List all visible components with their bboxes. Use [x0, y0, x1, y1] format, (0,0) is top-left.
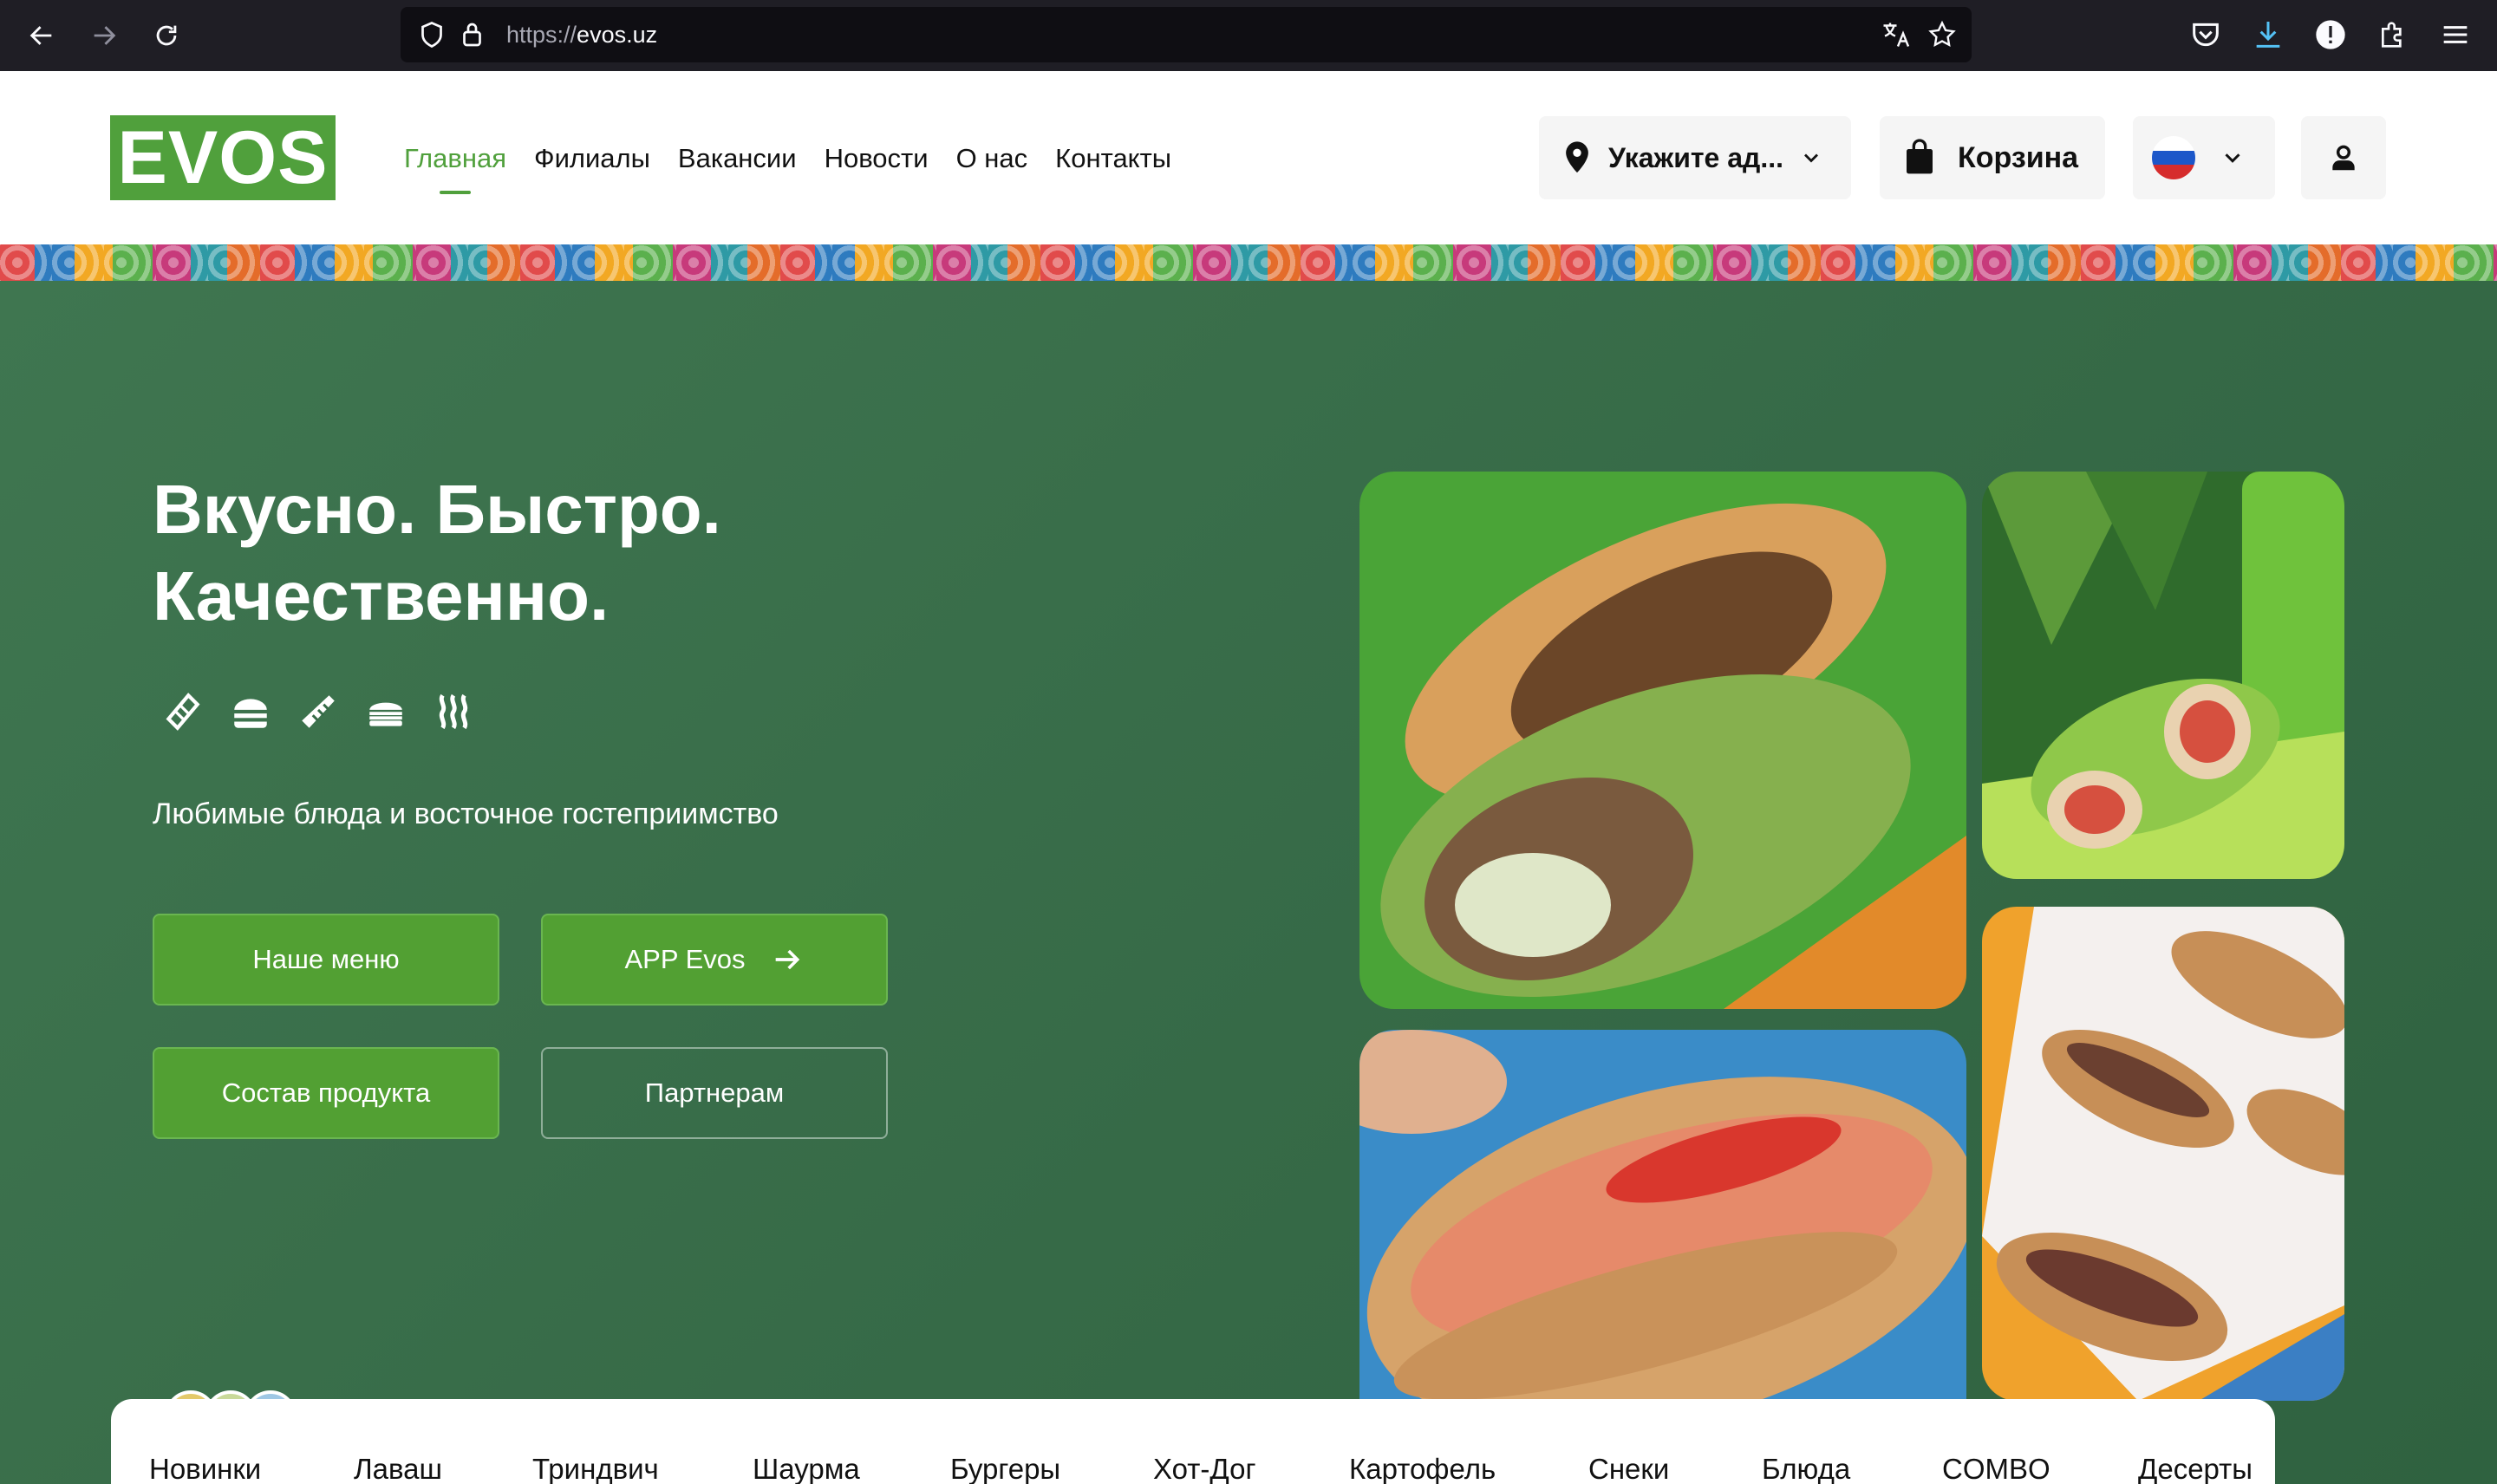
category-potatoes[interactable]: Картофель	[1349, 1453, 1588, 1484]
cart-button[interactable]: Корзина	[1880, 116, 2105, 199]
lavash-icon	[166, 693, 200, 731]
green-lavash-photo	[1982, 472, 2344, 879]
hero-section: Вкусно. Быстро. Качественно. Любимые блю…	[0, 281, 2497, 1484]
partners-button[interactable]: Партнерам	[541, 1047, 888, 1139]
pocket-icon[interactable]	[2188, 17, 2223, 52]
nav-news[interactable]: Новости	[825, 137, 929, 180]
bookmark-star-icon[interactable]	[1927, 19, 1958, 50]
menu-hamburger-icon[interactable]	[2438, 17, 2473, 52]
hero-title: Вкусно. Быстро. Качественно.	[153, 471, 721, 635]
arrow-right-icon	[775, 949, 799, 970]
extension-info-icon[interactable]	[2313, 17, 2348, 52]
category-burgers[interactable]: Бургеры	[950, 1453, 1153, 1484]
lavash-photo	[1359, 472, 1966, 1009]
category-snacks[interactable]: Снеки	[1588, 1453, 1762, 1484]
category-trindvich[interactable]: Триндвич	[532, 1453, 753, 1484]
shawarma-icon	[302, 695, 335, 728]
url-text[interactable]: https://evos.uz	[506, 7, 657, 62]
download-icon[interactable]	[2251, 17, 2285, 52]
shield-icon[interactable]	[416, 19, 447, 50]
ornament-pattern-strip	[0, 244, 2497, 281]
nav-branches[interactable]: Филиалы	[534, 137, 650, 180]
russia-flag-icon	[2152, 136, 2195, 179]
lock-icon[interactable]	[458, 19, 489, 50]
fries-icon	[439, 693, 468, 730]
evos-logo[interactable]: EVOS	[110, 115, 336, 200]
forward-icon[interactable]	[87, 18, 121, 53]
shopping-bag-icon	[1907, 139, 1933, 174]
our-menu-button[interactable]: Наше меню	[153, 914, 499, 1006]
reload-icon[interactable]	[149, 18, 184, 53]
location-pin-icon	[1566, 141, 1588, 173]
nav-vacancies[interactable]: Вакансии	[678, 137, 797, 180]
language-selector[interactable]	[2133, 116, 2275, 199]
browser-toolbar: https://evos.uz	[0, 0, 2497, 71]
category-shawarma[interactable]: Шаурма	[753, 1453, 950, 1484]
cart-label: Корзина	[1958, 140, 2079, 174]
nav-about[interactable]: О нас	[956, 137, 1028, 180]
site-header: EVOS Главная Филиалы Вакансии Новости О …	[0, 71, 2497, 244]
chevron-down-icon	[1804, 153, 1818, 163]
category-dishes[interactable]: Блюда	[1762, 1453, 1942, 1484]
hero-food-icons	[161, 690, 475, 733]
user-icon	[2332, 145, 2355, 171]
product-composition-button[interactable]: Состав продукта	[153, 1047, 499, 1139]
hero-subtitle: Любимые блюда и восточное гостеприимство	[153, 797, 779, 830]
user-account-button[interactable]	[2301, 116, 2386, 199]
category-desserts[interactable]: Десерты	[2138, 1453, 2253, 1484]
sandwich-icon	[369, 702, 402, 726]
burger-icon	[234, 699, 267, 728]
nav-home[interactable]: Главная	[404, 137, 506, 180]
category-new[interactable]: Новинки	[149, 1453, 354, 1484]
address-label: Укажите ад...	[1608, 141, 1783, 173]
translate-icon[interactable]	[1880, 19, 1911, 50]
category-combo[interactable]: COMBO	[1942, 1453, 2138, 1484]
category-hotdog[interactable]: Хот-Дог	[1153, 1453, 1349, 1484]
back-icon[interactable]	[24, 18, 59, 53]
chevron-down-icon	[2225, 153, 2240, 163]
category-lavash[interactable]: Лаваш	[354, 1453, 532, 1484]
hotdog-photo	[1982, 907, 2344, 1401]
category-list: Новинки Лаваш Триндвич Шаурма Бургеры Хо…	[149, 1453, 2253, 1484]
main-nav: Главная Филиалы Вакансии Новости О нас К…	[404, 137, 1171, 180]
app-evos-button[interactable]: APP Evos	[541, 914, 888, 1006]
address-bar[interactable]: https://evos.uz	[401, 7, 1972, 62]
address-button[interactable]: Укажите ад...	[1539, 116, 1851, 199]
category-bar: Новинки Лаваш Триндвич Шаурма Бургеры Хо…	[111, 1399, 2275, 1484]
extensions-puzzle-icon[interactable]	[2376, 17, 2410, 52]
nav-contacts[interactable]: Контакты	[1055, 137, 1171, 180]
